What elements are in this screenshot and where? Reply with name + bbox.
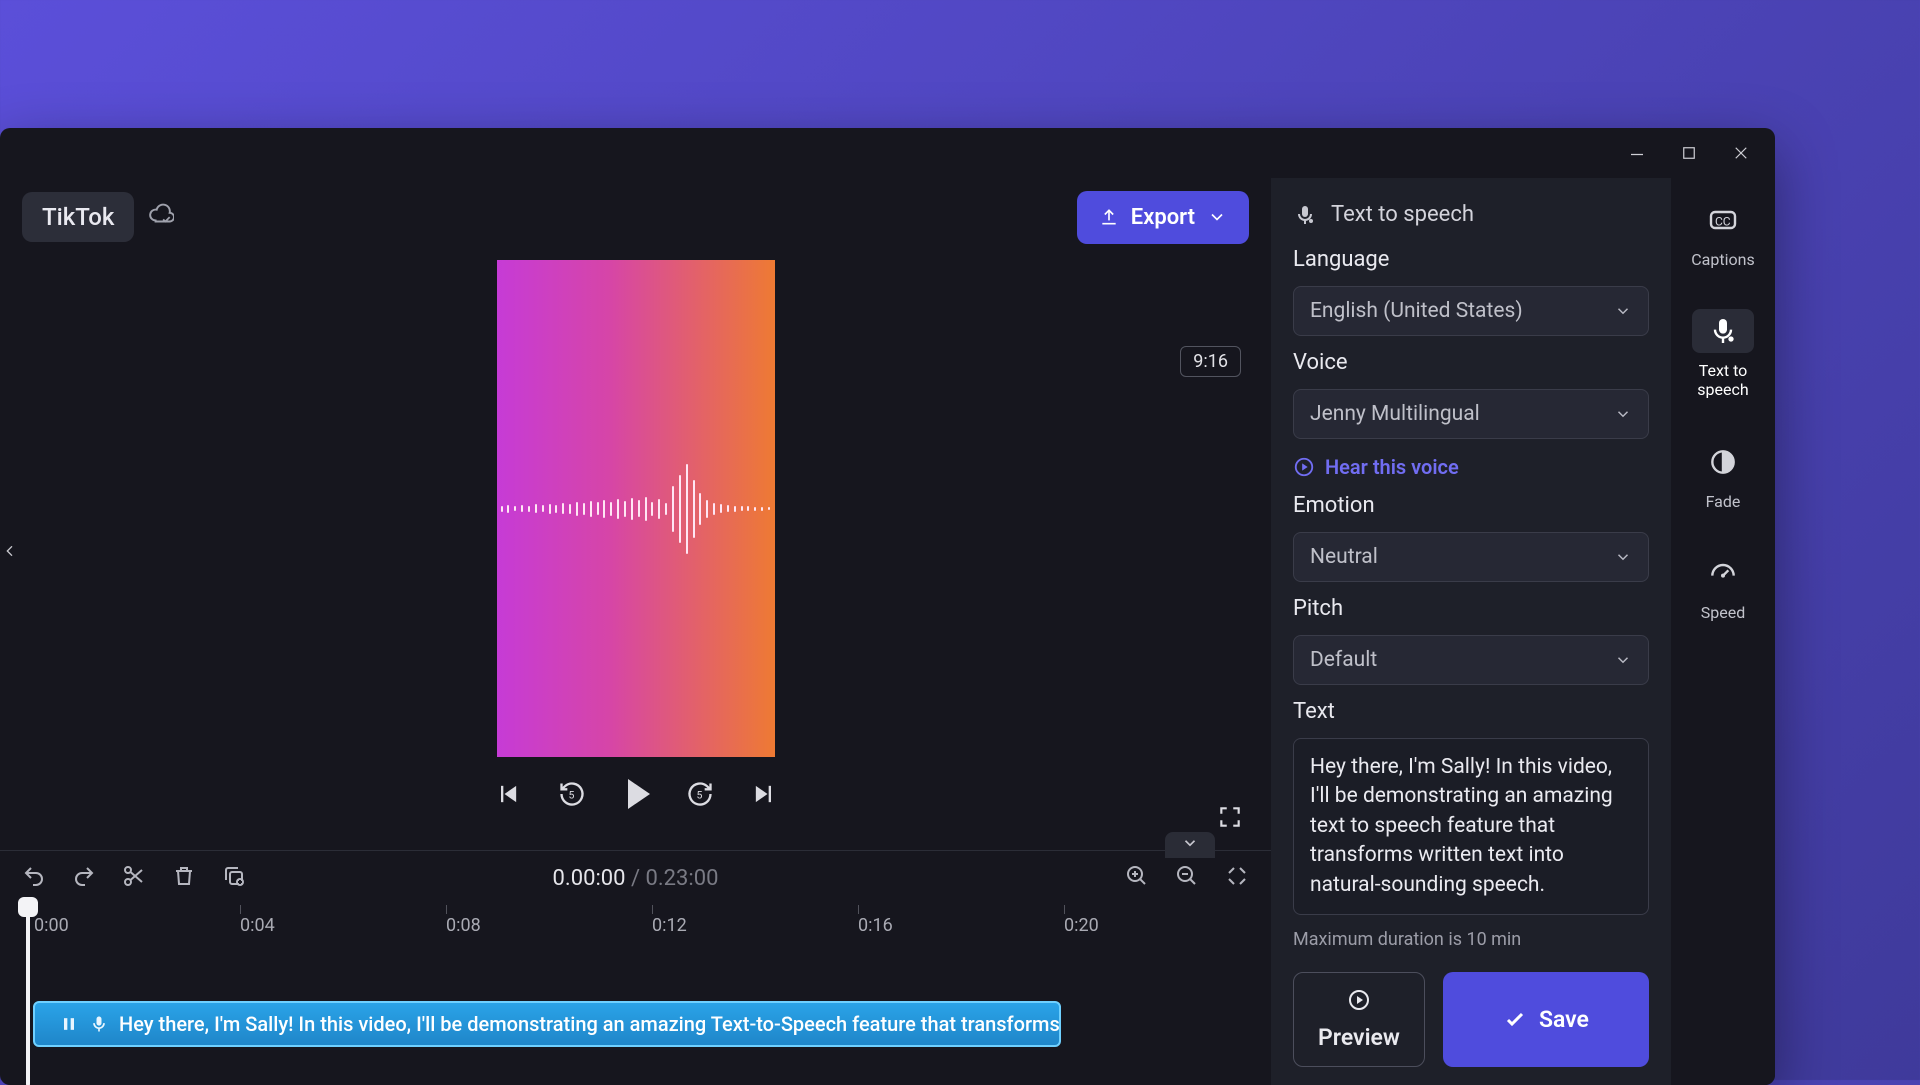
pause-icon (59, 1014, 79, 1034)
prev-frame-button[interactable] (493, 779, 523, 809)
rail-captions[interactable]: CC Captions (1687, 190, 1758, 277)
preview-button[interactable]: Preview (1293, 972, 1425, 1067)
chevron-down-icon (1207, 207, 1227, 227)
transport-controls: 5 5 (493, 757, 779, 823)
emotion-select[interactable]: Neutral (1293, 532, 1649, 582)
svg-text:CC: CC (1715, 214, 1731, 228)
chevron-down-icon (1614, 302, 1632, 320)
upload-icon (1099, 207, 1119, 227)
playhead[interactable] (26, 905, 30, 1085)
voice-select[interactable]: Jenny Multilingual (1293, 389, 1649, 439)
tts-text-input[interactable]: Hey there, I'm Sally! In this video, I'l… (1293, 738, 1649, 915)
language-value: English (United States) (1310, 299, 1523, 323)
next-frame-button[interactable] (749, 779, 779, 809)
maximize-button[interactable] (1679, 143, 1699, 163)
language-select[interactable]: English (United States) (1293, 286, 1649, 336)
time-readout: 0.00:00 / 0.23:00 (553, 866, 719, 891)
voice-label: Voice (1293, 350, 1649, 375)
ruler-tick: 0:20 (1064, 915, 1099, 936)
hear-voice-label: Hear this voice (1325, 455, 1459, 479)
waveform-graphic (497, 449, 775, 569)
tts-panel: Text to speech Language English (United … (1271, 178, 1671, 1085)
voice-value: Jenny Multilingual (1310, 402, 1480, 426)
pitch-value: Default (1310, 648, 1377, 672)
chevron-down-icon (1614, 651, 1632, 669)
play-circle-icon (1347, 988, 1371, 1012)
ruler-tick: 0:12 (652, 915, 687, 936)
svg-text:5: 5 (568, 789, 574, 802)
hear-voice-button[interactable]: Hear this voice (1293, 455, 1649, 479)
save-label: Save (1539, 1006, 1589, 1033)
timeline-ruler[interactable]: 0:00 0:04 0:08 0:12 0:16 0:20 (0, 905, 1271, 949)
cloud-sync-icon[interactable] (148, 202, 174, 232)
chevron-down-icon (1614, 405, 1632, 423)
ruler-tick: 0:04 (240, 915, 275, 936)
microphone-icon (1707, 315, 1739, 347)
language-label: Language (1293, 247, 1649, 272)
rewind-5-button[interactable]: 5 (557, 779, 587, 809)
ruler-tick: 0:08 (446, 915, 481, 936)
aspect-ratio-badge[interactable]: 9:16 (1180, 346, 1241, 377)
timeline: 0.00:00 / 0.23:00 0:00 0:04 0:08 0:12 0:… (0, 850, 1271, 1085)
preview-area: 9:16 5 5 (0, 256, 1271, 850)
pitch-select[interactable]: Default (1293, 635, 1649, 685)
export-button[interactable]: Export (1077, 191, 1249, 244)
export-label: Export (1131, 205, 1195, 230)
captions-icon: CC (1707, 204, 1739, 236)
clip-text: Hey there, I'm Sally! In this video, I'l… (119, 1012, 1061, 1036)
timeline-tracks[interactable]: Hey there, I'm Sally! In this video, I'l… (0, 949, 1271, 1085)
emotion-label: Emotion (1293, 493, 1649, 518)
check-icon (1503, 1007, 1527, 1031)
tts-hint: Maximum duration is 10 min (1293, 929, 1649, 950)
play-circle-icon (1293, 456, 1315, 478)
microphone-icon (1293, 203, 1317, 227)
tts-panel-title: Text to speech (1331, 202, 1474, 227)
close-button[interactable] (1731, 143, 1751, 163)
emotion-value: Neutral (1310, 545, 1378, 569)
svg-text:5: 5 (696, 789, 702, 802)
right-rail: CC Captions Text to speech Fade Speed (1671, 178, 1775, 1085)
preview-canvas[interactable] (497, 260, 775, 757)
ruler-tick: 0:16 (858, 915, 893, 936)
forward-5-button[interactable]: 5 (685, 779, 715, 809)
save-button[interactable]: Save (1443, 972, 1649, 1067)
rail-text-to-speech[interactable]: Text to speech (1688, 301, 1758, 407)
preview-label: Preview (1318, 1024, 1400, 1051)
project-name-pill[interactable]: TikTok (22, 192, 134, 242)
tts-clip[interactable]: Hey there, I'm Sally! In this video, I'l… (33, 1001, 1061, 1047)
tts-panel-header: Text to speech (1293, 202, 1649, 227)
minimize-button[interactable] (1627, 143, 1647, 163)
redo-button[interactable] (72, 864, 96, 892)
delete-button[interactable] (172, 864, 196, 892)
timeline-toolbar: 0.00:00 / 0.23:00 (0, 851, 1271, 905)
speed-icon (1707, 557, 1739, 589)
rail-speed[interactable]: Speed (1688, 543, 1758, 630)
duplicate-button[interactable] (222, 864, 246, 892)
undo-button[interactable] (22, 864, 46, 892)
pitch-label: Pitch (1293, 596, 1649, 621)
split-button[interactable] (122, 864, 146, 892)
editor-header: TikTok Export (0, 178, 1271, 256)
text-label: Text (1293, 699, 1649, 724)
collapse-left-button[interactable] (0, 521, 22, 585)
microphone-icon (89, 1014, 109, 1034)
window-titlebar (0, 128, 1775, 178)
zoom-in-button[interactable] (1125, 864, 1149, 892)
fade-icon (1707, 446, 1739, 478)
chevron-down-icon (1614, 548, 1632, 566)
play-button[interactable] (621, 779, 651, 809)
ruler-tick: 0:00 (34, 915, 69, 936)
fullscreen-button[interactable] (1217, 804, 1243, 834)
zoom-fit-button[interactable] (1225, 864, 1249, 892)
zoom-out-button[interactable] (1175, 864, 1199, 892)
rail-fade[interactable]: Fade (1688, 432, 1758, 519)
